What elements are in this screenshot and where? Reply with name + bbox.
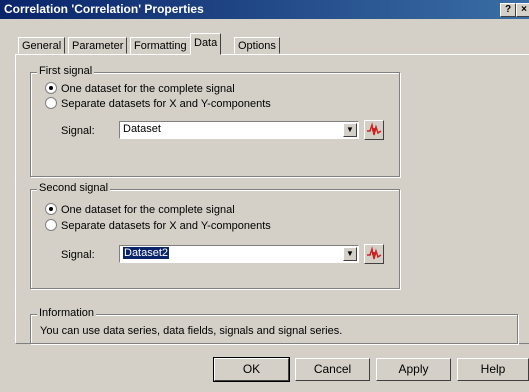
title-bar[interactable]: Correlation 'Correlation' Properties ? × (0, 0, 529, 19)
radio-checked-icon (45, 82, 57, 94)
second-signal-label: Signal: (61, 249, 95, 261)
second-signal-option-separate[interactable]: Separate datasets for X and Y-components (45, 219, 271, 233)
first-signal-group: First signal One dataset for the complet… (30, 65, 400, 177)
first-signal-label: Signal: (61, 125, 95, 137)
tab-parameter[interactable]: Parameter (68, 37, 128, 54)
option-label: Separate datasets for X and Y-components (61, 98, 271, 110)
second-signal-picker-button[interactable] (364, 244, 384, 264)
tab-options[interactable]: Options (234, 37, 280, 54)
first-signal-option-separate[interactable]: Separate datasets for X and Y-components (45, 97, 271, 111)
signal-picker-icon (367, 122, 382, 136)
cancel-button[interactable]: Cancel (295, 358, 370, 381)
chevron-down-icon[interactable]: ▼ (343, 123, 357, 137)
option-label: One dataset for the complete signal (61, 83, 235, 95)
help-title-button[interactable]: ? (500, 3, 516, 17)
first-signal-value: Dataset (123, 123, 161, 135)
tab-data[interactable]: Data (190, 33, 222, 55)
option-label: One dataset for the complete signal (61, 204, 235, 216)
first-signal-option-one-dataset[interactable]: One dataset for the complete signal (45, 82, 235, 96)
close-title-button[interactable]: × (516, 3, 529, 17)
tab-formatting[interactable]: Formatting (130, 37, 191, 54)
information-text: You can use data series, data fields, si… (40, 325, 343, 337)
second-signal-combo[interactable]: Dataset2 ▼ (119, 245, 359, 263)
second-signal-value: Dataset2 (123, 247, 170, 259)
tab-general[interactable]: General (18, 37, 66, 54)
second-signal-title: Second signal (37, 182, 111, 194)
first-signal-picker-button[interactable] (364, 120, 384, 140)
window-title: Correlation 'Correlation' Properties (4, 2, 204, 16)
radio-unchecked-icon (45, 219, 57, 231)
information-title: Information (37, 307, 97, 319)
radio-unchecked-icon (45, 97, 57, 109)
information-group: Information You can use data series, dat… (30, 307, 518, 344)
signal-picker-icon (367, 246, 382, 260)
second-signal-group: Second signal One dataset for the comple… (30, 182, 400, 289)
help-button[interactable]: Help (457, 358, 529, 381)
option-label: Separate datasets for X and Y-components (61, 220, 271, 232)
first-signal-combo[interactable]: Dataset ▼ (119, 121, 359, 139)
second-signal-option-one-dataset[interactable]: One dataset for the complete signal (45, 203, 235, 217)
ok-button[interactable]: OK (213, 357, 290, 382)
radio-checked-icon (45, 203, 57, 215)
first-signal-title: First signal (37, 65, 95, 77)
apply-button[interactable]: Apply (376, 358, 451, 381)
chevron-down-icon[interactable]: ▼ (343, 247, 357, 261)
